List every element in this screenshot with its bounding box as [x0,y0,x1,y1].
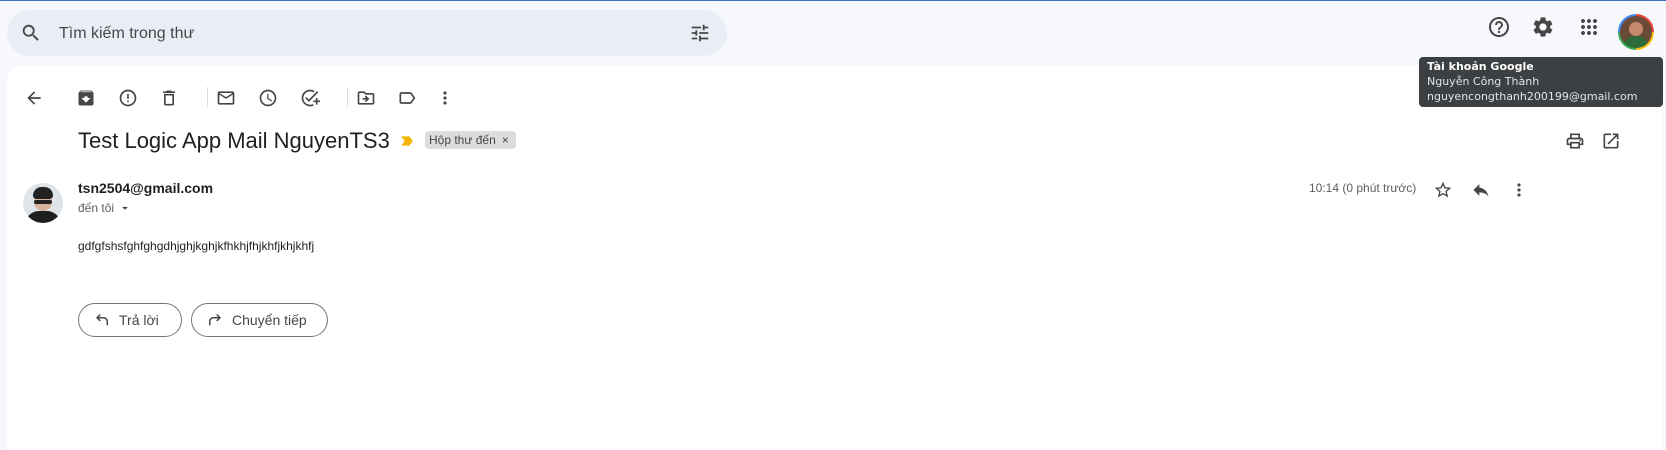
label-chip-text: Hộp thư đến [429,133,496,147]
add-task-icon[interactable] [300,88,320,108]
search-options-icon[interactable] [689,22,711,44]
reply-icon [96,314,108,326]
avatar-face [1629,22,1643,36]
reply-arrow-icon[interactable] [1471,180,1491,200]
more-vertical-icon[interactable] [435,88,455,108]
search-icon[interactable] [20,22,42,44]
recipient-details-toggle[interactable]: đến tôi [78,201,132,215]
settings-gear-icon[interactable] [1531,15,1555,39]
open-in-new-window-icon[interactable] [1601,131,1621,151]
message-time: 10:14 (0 phút trước) [1309,181,1417,195]
forward-button-label: Chuyển tiếp [232,312,307,328]
inbox-label-chip[interactable]: Hộp thư đến × [425,131,516,149]
avatar-body [1624,36,1648,48]
remove-label-close-icon[interactable]: × [502,131,509,149]
sender-avatar[interactable] [23,183,63,223]
message-panel: Test Logic App Mail NguyenTS3 Hộp thư đế… [7,65,1663,450]
forward-icon [209,314,221,326]
snooze-clock-icon[interactable] [258,88,278,108]
move-to-folder-icon[interactable] [356,88,376,108]
report-spam-icon[interactable] [118,88,138,108]
print-icon[interactable] [1565,131,1585,151]
important-marker-icon[interactable] [400,134,414,148]
forward-button[interactable]: Chuyển tiếp [191,303,328,337]
delete-trash-icon[interactable] [159,88,179,108]
message-more-vertical-icon[interactable] [1509,180,1529,200]
account-avatar[interactable] [1618,14,1654,50]
help-icon[interactable] [1487,15,1511,39]
account-tooltip: Tài khoản Google Nguyễn Công Thành nguye… [1419,57,1663,107]
back-arrow-icon[interactable] [24,88,44,108]
archive-icon[interactable] [76,88,96,108]
message-subject: Test Logic App Mail NguyenTS3 [78,128,390,153]
tooltip-title: Tài khoản Google [1427,60,1534,73]
search-input[interactable] [57,10,661,58]
apps-grid-icon[interactable] [1577,15,1601,39]
sender-avatar-hair [33,187,53,199]
reply-button[interactable]: Trả lời [78,303,182,337]
sender-email[interactable]: tsn2504@gmail.com [78,180,213,196]
sender-avatar-glasses [34,200,52,204]
search-bar[interactable] [7,10,727,58]
sender-avatar-shirt [25,211,61,223]
tooltip-account-name: Nguyễn Công Thành [1427,75,1540,88]
reply-button-label: Trả lời [119,312,159,328]
label-tag-icon[interactable] [397,88,417,108]
star-icon[interactable] [1433,180,1453,200]
recipient-summary: đến tôi [78,201,115,215]
mark-unread-icon[interactable] [216,88,236,108]
toolbar-divider [207,87,208,107]
tooltip-account-email: nguyencongthanh200199@gmail.com [1427,90,1638,103]
dropdown-arrow-icon [122,206,128,210]
message-body: gdfgfshsfghfghgdhjghjkghjkfhkhjfhjkhfjkh… [78,239,315,253]
toolbar-divider [347,87,348,107]
